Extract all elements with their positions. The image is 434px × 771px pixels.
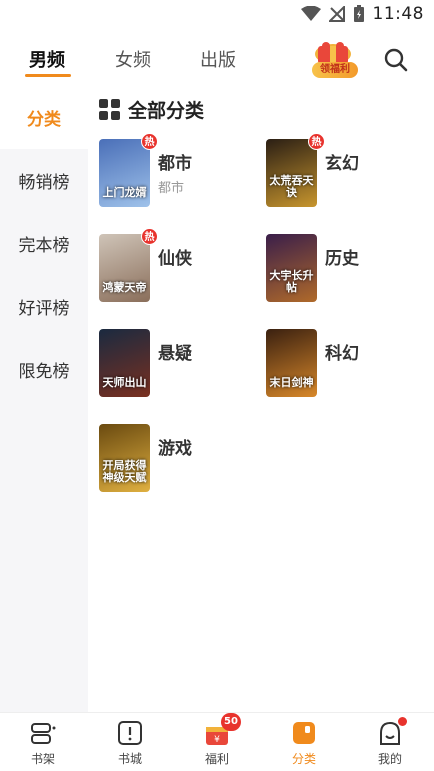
- nav-label-bookshelf: 书架: [30, 752, 55, 766]
- battery-icon: [353, 5, 364, 22]
- sidebar-item-bestsellers[interactable]: 畅销榜: [0, 149, 88, 212]
- welfare-badge: 50: [221, 713, 241, 731]
- category-tile[interactable]: 末日剑神 科幻: [266, 329, 416, 399]
- hot-badge: 热: [308, 133, 325, 150]
- sidebar-item-categories[interactable]: 分类: [0, 86, 88, 149]
- category-subtitle: 都市: [158, 181, 185, 196]
- nav-bookstore[interactable]: 书城: [95, 719, 165, 767]
- category-name: 科幻: [325, 344, 359, 364]
- sidebar-item-free[interactable]: 限免榜: [0, 338, 88, 401]
- sidebar: 分类 畅销榜 完本榜 好评榜 限免榜: [0, 86, 88, 712]
- category-name: 历史: [325, 249, 359, 269]
- book-cover: 开局获得神级天赋: [99, 424, 150, 492]
- active-tab-indicator: [25, 74, 71, 77]
- cover-title: 大宇长升帖: [269, 269, 314, 294]
- category-tile[interactable]: 鸿蒙天帝 热仙侠: [99, 228, 249, 304]
- hot-badge: 热: [141, 133, 158, 150]
- category-tile[interactable]: 上门龙婿热都市 都市: [99, 133, 249, 209]
- no-signal-icon: [328, 6, 345, 22]
- category-icon: [293, 722, 315, 744]
- sidebar-item-top-rated[interactable]: 好评榜: [0, 275, 88, 338]
- nav-category[interactable]: 分类: [269, 719, 339, 767]
- category-name: 玄幻: [325, 154, 359, 174]
- status-bar: 11:48: [0, 0, 434, 30]
- category-name: 仙侠: [158, 249, 192, 269]
- tab-publishing[interactable]: 出版: [200, 46, 236, 72]
- grid-icon: [99, 99, 120, 120]
- tab-female[interactable]: 女频: [115, 46, 151, 72]
- category-tile[interactable]: 天师出山 悬疑: [99, 329, 249, 399]
- tab-male[interactable]: 男频: [29, 46, 65, 72]
- book-cover: 大宇长升帖: [266, 234, 317, 302]
- book-cover: 天师出山: [99, 329, 150, 397]
- section-header: 全部分类: [99, 96, 204, 123]
- bottom-nav: 书架 书城 ¥ 50 福利 分类 我的: [0, 712, 434, 771]
- book-cover: 末日剑神: [266, 329, 317, 397]
- nav-label-profile: 我的: [377, 752, 402, 766]
- bookstore-icon: [118, 721, 142, 745]
- section-title: 全部分类: [128, 100, 205, 122]
- category-tile[interactable]: 大宇长升帖 历史: [266, 234, 416, 304]
- cover-title: 末日剑神: [269, 376, 314, 389]
- nav-label-category: 分类: [291, 752, 316, 766]
- bookshelf-icon: [31, 723, 56, 744]
- category-name: 都市: [158, 154, 192, 174]
- bonus-badge[interactable]: 领福利: [304, 40, 362, 82]
- svg-text:¥: ¥: [214, 735, 220, 745]
- top-tabs: 男频 女频 出版 领福利: [0, 40, 434, 86]
- cover-title: 上门龙婿: [102, 186, 147, 199]
- category-name: 悬疑: [158, 344, 192, 364]
- nav-welfare[interactable]: ¥ 50 福利: [182, 713, 252, 767]
- book-cover: 鸿蒙天帝: [99, 234, 150, 302]
- profile-notification-dot: [398, 717, 407, 726]
- hot-badge: 热: [141, 228, 158, 245]
- search-button[interactable]: [382, 46, 410, 74]
- wifi-icon: [300, 6, 321, 21]
- book-cover: 上门龙婿: [99, 139, 150, 207]
- status-time: 11:48: [372, 4, 424, 24]
- cover-title: 太荒吞天诀: [269, 174, 314, 199]
- book-cover: 太荒吞天诀: [266, 139, 317, 207]
- bonus-label: 领福利: [312, 62, 358, 78]
- category-tile[interactable]: 太荒吞天诀 热玄幻: [266, 133, 416, 209]
- cover-title: 开局获得神级天赋: [102, 459, 147, 484]
- category-tile[interactable]: 开局获得神级天赋 游戏: [99, 424, 249, 494]
- nav-label-bookstore: 书城: [117, 752, 142, 766]
- search-icon: [384, 48, 408, 72]
- category-name: 游戏: [158, 439, 192, 459]
- nav-label-welfare: 福利: [204, 752, 229, 766]
- sidebar-item-completed[interactable]: 完本榜: [0, 212, 88, 275]
- nav-profile[interactable]: 我的: [355, 717, 425, 767]
- cover-title: 鸿蒙天帝: [102, 281, 147, 294]
- cover-title: 天师出山: [102, 376, 147, 389]
- nav-bookshelf[interactable]: 书架: [8, 719, 78, 767]
